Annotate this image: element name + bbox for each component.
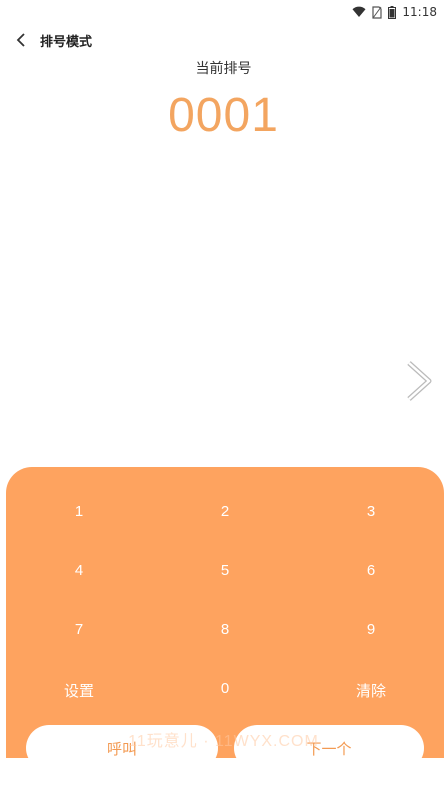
key-7[interactable]: 7	[6, 607, 152, 666]
no-sim-icon	[372, 5, 383, 19]
keypad-grid: 1 2 3 4 5 6 7 8 9 设置 0 清除	[6, 489, 444, 725]
key-2[interactable]: 2	[152, 489, 298, 548]
key-3[interactable]: 3	[298, 489, 444, 548]
key-1[interactable]: 1	[6, 489, 152, 548]
next-number-button[interactable]: 下一个	[234, 725, 424, 771]
current-queue-number: 0001	[168, 89, 279, 142]
clear-key[interactable]: 清除	[298, 666, 444, 725]
key-9[interactable]: 9	[298, 607, 444, 666]
key-8[interactable]: 8	[152, 607, 298, 666]
battery-icon	[388, 5, 397, 19]
back-button[interactable]	[10, 28, 32, 52]
chevron-right-icon	[407, 361, 432, 401]
status-bar: 11:18	[0, 0, 447, 24]
key-4[interactable]: 4	[6, 548, 152, 607]
app-header: 排号模式	[0, 28, 447, 52]
next-page-button[interactable]	[403, 360, 433, 402]
status-time: 11:18	[402, 5, 437, 19]
chevron-left-icon	[16, 33, 25, 47]
key-0[interactable]: 0	[152, 666, 298, 725]
key-6[interactable]: 6	[298, 548, 444, 607]
settings-key[interactable]: 设置	[6, 666, 152, 725]
keypad-panel: 1 2 3 4 5 6 7 8 9 设置 0 清除 呼叫 下一个	[6, 467, 444, 771]
page-title: 排号模式	[40, 34, 93, 50]
action-row: 呼叫 下一个	[6, 725, 444, 785]
key-5[interactable]: 5	[152, 548, 298, 607]
current-number-label: 当前排号	[195, 61, 252, 77]
call-button[interactable]: 呼叫	[26, 725, 218, 771]
wifi-icon	[352, 6, 366, 18]
